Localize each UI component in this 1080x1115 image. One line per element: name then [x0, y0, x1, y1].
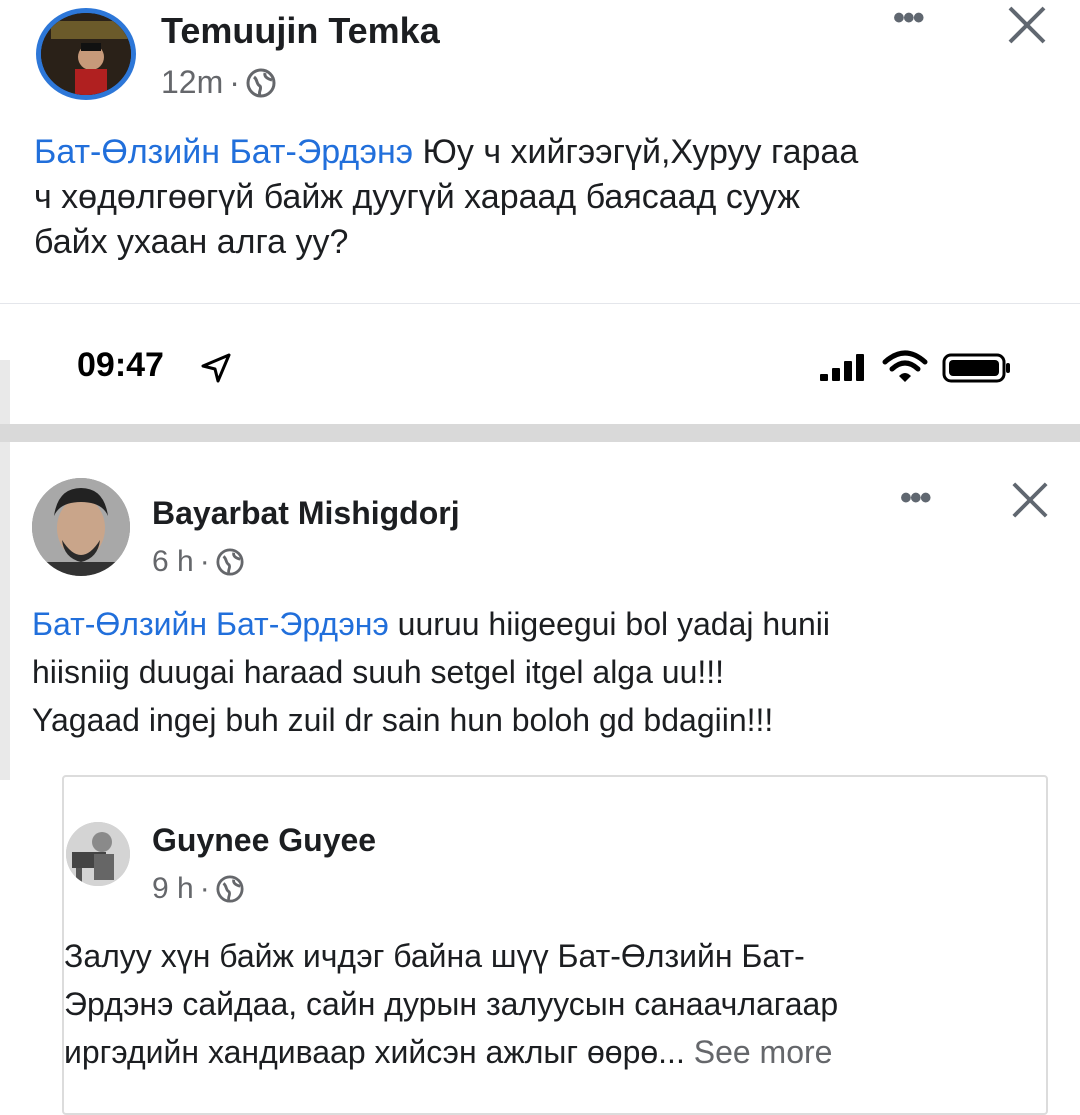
avatar-image	[66, 822, 130, 886]
meta-separator: ·	[199, 545, 210, 578]
close-icon[interactable]	[1010, 480, 1050, 520]
mention-link[interactable]: Бат-Өлзийн Бат-Эрдэнэ	[32, 606, 389, 642]
post-text: иргэдийн хандиваар хийсэн ажлыг өөрө...	[64, 1034, 685, 1070]
post-line-2: Эрдэнэ сайдаа, сайн дурын залуусын санаа…	[64, 986, 839, 1022]
globe-icon	[246, 68, 276, 97]
meta-separator: ·	[199, 872, 210, 905]
globe-icon	[216, 548, 244, 576]
post-line-3: байх ухаан алга уу?	[34, 223, 349, 261]
timestamp[interactable]: 6 h	[152, 545, 194, 579]
post-meta: 9 h ·	[152, 872, 244, 906]
post-line-3: иргэдийн хандиваар хийсэн ажлыг өөрө... …	[64, 1028, 838, 1076]
mention-link[interactable]: Бат-Өлзийн Бат-Эрдэнэ	[34, 133, 413, 171]
post-line-2: hiisniig duugai haraad suuh setgel itgel…	[32, 654, 725, 690]
post-body: Бат-Өлзийн Бат-Эрдэнэ Юу ч хийгээгүй,Хур…	[34, 130, 858, 265]
timestamp[interactable]: 9 h	[152, 872, 194, 906]
post-line-3: Yagaad ingej buh zuil dr sain hun boloh …	[32, 702, 774, 738]
screenshot-divider	[0, 424, 1080, 442]
avatar-bayarbat[interactable]	[32, 478, 130, 576]
post-line-1: Бат-Өлзийн Бат-Эрдэнэ Юу ч хийгээгүй,Хур…	[34, 130, 858, 175]
post-meta: 6 h ·	[152, 545, 244, 579]
more-options-icon[interactable]: •••	[893, 1, 925, 35]
divider-line	[0, 303, 1080, 304]
signal-icon	[820, 354, 864, 381]
avatar-temuujin[interactable]	[36, 8, 136, 100]
globe-icon	[216, 875, 244, 903]
post-meta: 12m ·	[161, 64, 276, 101]
author-name[interactable]: Temuujin Temka	[161, 10, 440, 52]
post-line-1: Залуу хүн байж ичдэг байна шүү Бат-Өлзий…	[64, 938, 805, 974]
post-text: Юу ч хийгээгүй,Хуруу гараа	[413, 133, 859, 171]
battery-icon	[942, 353, 1010, 383]
status-time: 09:47	[77, 346, 164, 384]
shared-post-body: Залуу хүн байж ичдэг байна шүү Бат-Өлзий…	[64, 932, 838, 1076]
wifi-icon	[882, 350, 928, 382]
author-name[interactable]: Bayarbat Mishigdorj	[152, 495, 460, 532]
meta-separator: ·	[229, 64, 240, 100]
post-line-1: Бат-Өлзийн Бат-Эрдэнэ uuruu hiigeegui bo…	[32, 600, 830, 648]
more-options-icon[interactable]: •••	[900, 481, 932, 515]
avatar-image	[41, 13, 131, 95]
page-edge	[0, 360, 10, 780]
avatar-guynee[interactable]	[66, 822, 130, 886]
see-more-link[interactable]: See more	[694, 1034, 833, 1070]
avatar-image	[32, 478, 130, 576]
post-body: Бат-Өлзийн Бат-Эрдэнэ uuruu hiigeegui bo…	[32, 600, 830, 744]
close-icon[interactable]	[1006, 4, 1048, 46]
post-text: uuruu hiigeegui bol yadaj hunii	[388, 606, 830, 642]
timestamp[interactable]: 12m	[161, 64, 223, 101]
author-name[interactable]: Guynee Guyee	[152, 822, 376, 859]
location-arrow-icon	[201, 353, 231, 383]
post-line-2: ч хөдөлгөөгүй байж дуугүй хараад баясаад…	[34, 178, 800, 216]
